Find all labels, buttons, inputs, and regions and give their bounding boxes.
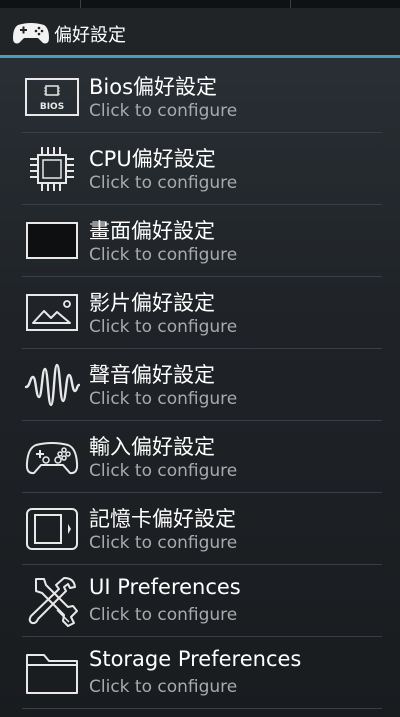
- item-subtitle: Click to configure: [89, 677, 238, 697]
- list-item-bios[interactable]: BIOS Bios偏好設定 Click to configure: [0, 61, 400, 133]
- list-item-input[interactable]: 輸入偏好設定 Click to configure: [0, 421, 400, 493]
- item-subtitle: Click to configure: [89, 173, 238, 193]
- divider: [22, 708, 382, 709]
- item-label: Storage Preferences: [89, 647, 302, 671]
- item-subtitle: Click to configure: [89, 605, 238, 625]
- bios-chip-icon: BIOS: [24, 69, 80, 125]
- item-label: 影片偏好設定: [89, 291, 215, 315]
- list-item-screen[interactable]: 畫面偏好設定 Click to configure: [0, 205, 400, 277]
- list-item-sound[interactable]: 聲音偏好設定 Click to configure: [0, 349, 400, 421]
- screen-icon: [24, 213, 80, 269]
- image-icon: [24, 285, 80, 341]
- item-label: 聲音偏好設定: [89, 363, 215, 387]
- item-label: 畫面偏好設定: [89, 219, 215, 243]
- item-subtitle: Click to configure: [89, 389, 238, 409]
- gamepad-icon[interactable]: [12, 19, 50, 47]
- item-subtitle: Click to configure: [89, 533, 238, 553]
- item-subtitle: Click to configure: [89, 101, 238, 121]
- cpu-icon: [24, 141, 80, 197]
- controller-icon: [24, 429, 80, 485]
- item-subtitle: Click to configure: [89, 245, 238, 265]
- status-bar: [0, 0, 400, 8]
- tools-icon: [24, 573, 80, 629]
- svg-text:BIOS: BIOS: [40, 102, 64, 112]
- memory-card-icon: [24, 501, 80, 557]
- sound-wave-icon: [24, 357, 80, 413]
- item-label: 記憶卡偏好設定: [89, 507, 236, 531]
- page-title: 偏好設定: [54, 25, 126, 46]
- item-label: 輸入偏好設定: [89, 435, 215, 459]
- item-subtitle: Click to configure: [89, 461, 238, 481]
- preferences-list: BIOS Bios偏好設定 Click to configure CPU偏好設定…: [0, 61, 400, 709]
- list-item-ui[interactable]: UI Preferences Click to configure: [0, 565, 400, 637]
- item-label: Bios偏好設定: [89, 75, 218, 99]
- item-label: UI Preferences: [89, 575, 241, 599]
- item-subtitle: Click to configure: [89, 317, 238, 337]
- list-item-storage[interactable]: Storage Preferences Click to configure: [0, 637, 400, 709]
- list-item-memory-card[interactable]: 記憶卡偏好設定 Click to configure: [0, 493, 400, 565]
- list-item-video[interactable]: 影片偏好設定 Click to configure: [0, 277, 400, 349]
- action-bar: 偏好設定: [0, 8, 400, 58]
- folder-icon: [24, 645, 80, 701]
- list-item-cpu[interactable]: CPU偏好設定 Click to configure: [0, 133, 400, 205]
- item-label: CPU偏好設定: [89, 147, 216, 171]
